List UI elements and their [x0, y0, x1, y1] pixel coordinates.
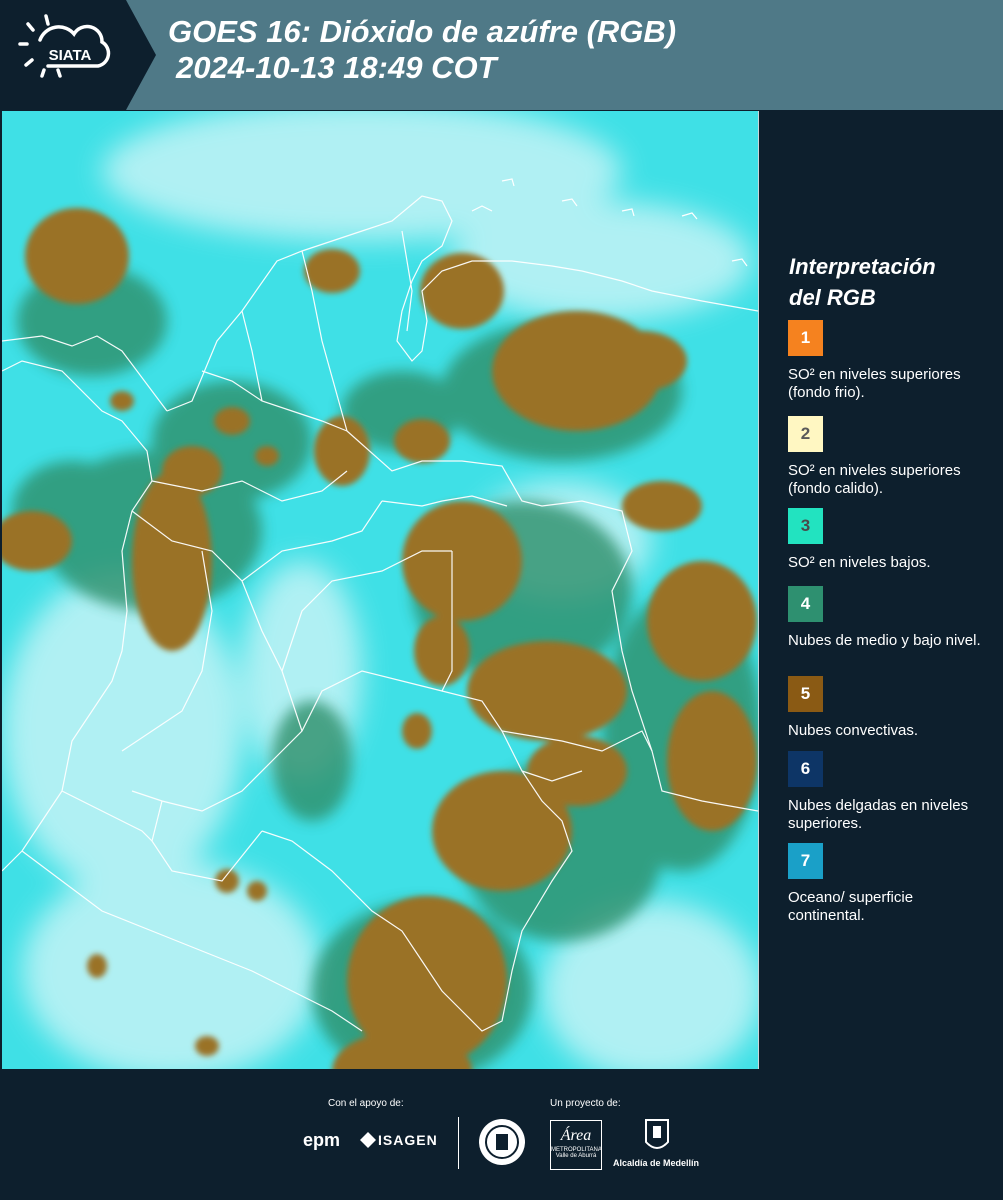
- legend-item-7: 7 Oceano/ superficie continental.: [788, 843, 988, 925]
- legend-title-line-2: del RGB: [789, 285, 876, 310]
- siata-logo: SIATA: [0, 0, 156, 110]
- legend-item-4: 4 Nubes de medio y bajo nivel.: [788, 586, 988, 650]
- siata-logo-text: SIATA: [49, 47, 92, 64]
- footer-bar: Con el apoyo de: Un proyecto de: epm ISA…: [0, 1070, 1003, 1200]
- legend-item-5: 5 Nubes convectivas.: [788, 676, 988, 740]
- legend-swatch: 7: [788, 843, 823, 879]
- legend-swatch: 1: [788, 320, 823, 356]
- legend-item-2: 2 SO² en niveles superiores (fondo calido…: [788, 416, 988, 498]
- header-bar: SIATA GOES 16: Dióxido de azúfre (RGB) 2…: [0, 0, 1003, 110]
- title-line-2: 2024-10-13 18:49 COT: [176, 50, 497, 85]
- medellin-seal-icon: [479, 1119, 525, 1165]
- legend-text: Nubes de medio y bajo nivel.: [788, 632, 981, 649]
- satellite-image: [2, 111, 758, 1069]
- alcaldia-label: Alcaldía de Medellín: [613, 1158, 700, 1168]
- epm-logo: epm: [303, 1130, 341, 1150]
- alcaldia-shield-icon: [645, 1119, 669, 1149]
- footer-divider: [458, 1117, 459, 1169]
- legend-title-line-1: Interpretación: [789, 254, 936, 279]
- legend-swatch: 5: [788, 676, 823, 712]
- area-logo-text: Área: [560, 1127, 592, 1144]
- legend-swatch: 3: [788, 508, 823, 544]
- legend-swatch: 2: [788, 416, 823, 452]
- legend-text: SO² en niveles bajos.: [788, 554, 931, 571]
- legend-item-1: 1 SO² en niveles superiores (fondo frio).: [788, 320, 988, 402]
- legend-item-3: 3 SO² en niveles bajos.: [788, 508, 988, 572]
- title-line-1: GOES 16: Dióxido de azúfre (RGB): [168, 14, 677, 49]
- satellite-map[interactable]: [2, 111, 759, 1069]
- legend-swatch: 6: [788, 751, 823, 787]
- legend-swatch: 4: [788, 586, 823, 622]
- page-title: GOES 16: Dióxido de azúfre (RGB) 2024-10…: [168, 14, 676, 86]
- isagen-icon: [360, 1132, 376, 1148]
- legend-text: Nubes convectivas.: [788, 722, 919, 739]
- area-logo-sub2: Valle de Aburrá: [555, 1153, 597, 1159]
- support-label: Con el apoyo de:: [328, 1098, 404, 1109]
- legend-text: Nubes delgadas en niveles superiores.: [788, 797, 969, 832]
- project-label: Un proyecto de:: [550, 1098, 621, 1109]
- isagen-logo: ISAGEN: [378, 1132, 438, 1148]
- legend-text: SO² en niveles superiores (fondo calido)…: [788, 462, 961, 497]
- legend-text: Oceano/ superficie continental.: [788, 889, 914, 924]
- area-metropolitana-logo: Área METROPOLITANA Valle de Aburrá: [550, 1120, 602, 1170]
- legend-panel: Interpretación del RGB 1 SO² en niveles s…: [760, 111, 1003, 1069]
- legend-text: SO² en niveles superiores (fondo frio).: [788, 366, 961, 401]
- legend-title: Interpretación del RGB: [789, 251, 936, 313]
- legend-item-6: 6 Nubes delgadas en niveles superiores.: [788, 751, 988, 833]
